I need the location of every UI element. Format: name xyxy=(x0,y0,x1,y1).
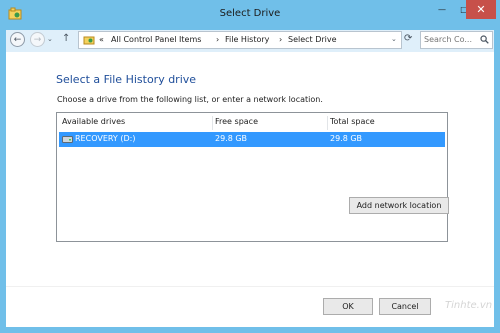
drive-icon xyxy=(62,136,73,143)
search-icon xyxy=(480,35,489,44)
breadcrumb-all-control-panel-items[interactable]: All Control Panel Items xyxy=(111,35,201,44)
drive-row[interactable]: RECOVERY (D:) 29.8 GB 29.8 GB xyxy=(59,132,445,147)
column-header-total-space[interactable]: Total space xyxy=(330,117,375,126)
minimize-button[interactable]: — xyxy=(430,0,454,19)
content-area: Select a File History drive Choose a dri… xyxy=(6,52,494,327)
add-network-location-button[interactable]: Add network location xyxy=(349,197,449,214)
drive-free-space: 29.8 GB xyxy=(215,134,248,143)
address-bar[interactable]: « All Control Panel Items › File History… xyxy=(78,31,402,49)
breadcrumb-select-drive[interactable]: Select Drive xyxy=(288,35,337,44)
ok-button[interactable]: OK xyxy=(323,298,373,315)
drive-total-space: 29.8 GB xyxy=(330,134,363,143)
watermark: Tinhte.vn xyxy=(445,300,493,311)
select-drive-window: Select Drive — □ ✕ ← → ⌄ ↑ « All Control… xyxy=(0,0,500,333)
breadcrumb-separator: › xyxy=(216,35,220,44)
breadcrumb-file-history[interactable]: File History xyxy=(225,35,269,44)
up-button[interactable]: ↑ xyxy=(62,33,70,44)
search-box[interactable] xyxy=(420,31,493,49)
breadcrumb-separator: › xyxy=(279,35,283,44)
breadcrumb-overflow[interactable]: « xyxy=(99,35,104,44)
window-title: Select Drive xyxy=(219,8,281,19)
title-bar: Select Drive — □ ✕ xyxy=(0,0,500,28)
cancel-button[interactable]: Cancel xyxy=(379,298,431,315)
column-header-free-space[interactable]: Free space xyxy=(215,117,258,126)
column-divider xyxy=(212,116,213,130)
drive-name: RECOVERY (D:) xyxy=(75,134,136,143)
back-button[interactable]: ← xyxy=(10,32,25,47)
control-panel-icon xyxy=(83,36,95,45)
address-dropdown-icon[interactable]: ⌄ xyxy=(391,35,397,43)
search-input[interactable] xyxy=(424,35,480,44)
recent-locations-dropdown[interactable]: ⌄ xyxy=(47,35,53,43)
column-header-available-drives[interactable]: Available drives xyxy=(62,117,125,126)
column-divider xyxy=(327,116,328,130)
refresh-button[interactable]: ⟳ xyxy=(404,33,412,44)
page-title: Select a File History drive xyxy=(56,73,197,86)
navigation-bar: ← → ⌄ ↑ « All Control Panel Items › File… xyxy=(6,30,494,52)
forward-button[interactable]: → xyxy=(30,32,45,47)
close-button[interactable]: ✕ xyxy=(466,0,496,19)
footer-divider xyxy=(6,286,494,287)
drive-list[interactable]: Available drives Free space Total space … xyxy=(56,112,448,242)
instruction-text: Choose a drive from the following list, … xyxy=(57,95,323,104)
